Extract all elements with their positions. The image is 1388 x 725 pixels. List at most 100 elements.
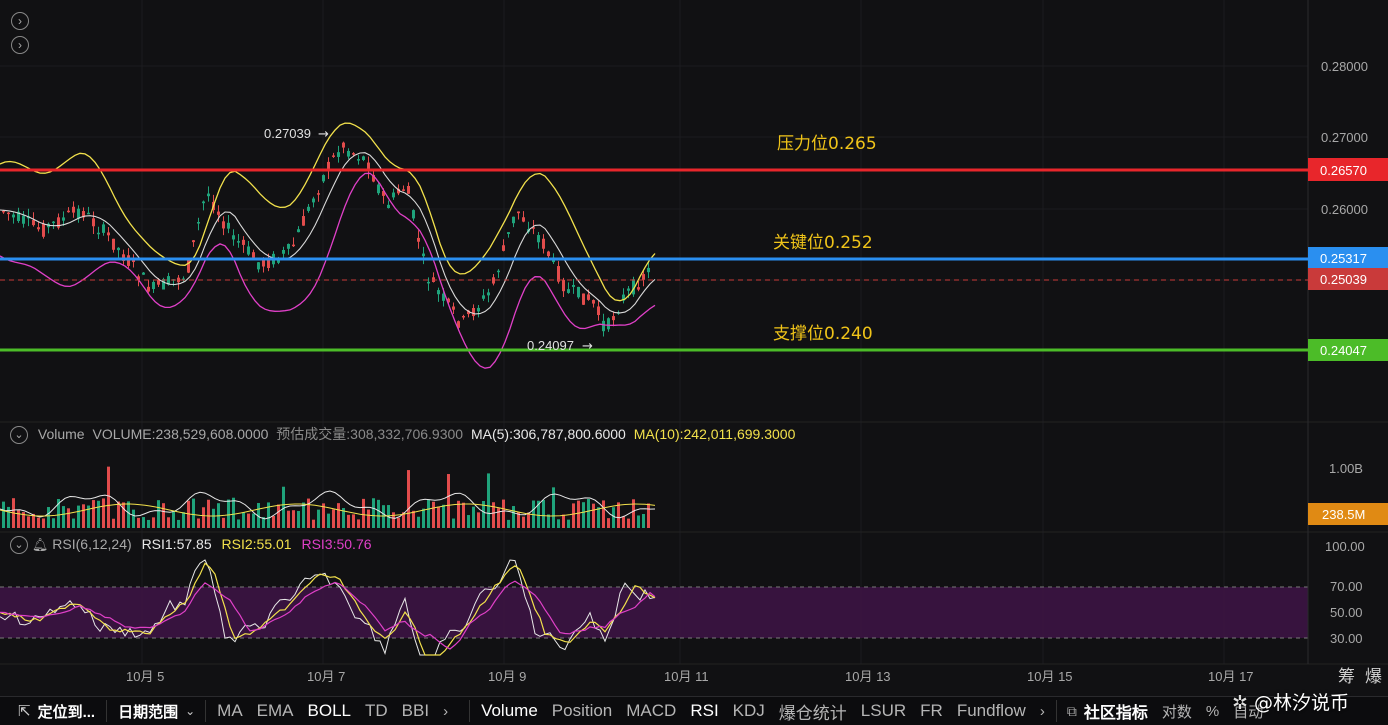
candle-body <box>207 193 210 197</box>
volume-bar <box>172 511 175 528</box>
indicator-ma[interactable]: MA <box>210 701 250 721</box>
volume-header: ⌄ Volume VOLUME:238,529,608.0000 预估成交量:3… <box>10 424 795 445</box>
volume-bar <box>147 519 150 528</box>
divider <box>205 700 207 722</box>
rsi-tick: 30.00 <box>1330 631 1363 646</box>
volume-bar <box>377 499 380 528</box>
volume-bar <box>177 519 180 528</box>
candle-body <box>427 281 430 284</box>
candle-body <box>162 279 165 290</box>
volume-bar <box>382 505 385 528</box>
locate-icon[interactable]: ⇱ <box>18 702 31 720</box>
volume-bar <box>587 498 590 528</box>
time-tick: 10月 7 <box>307 669 345 684</box>
support-annotation[interactable]: 支撑位0.240 <box>773 324 873 344</box>
low-price-label: 0.24097 <box>527 338 574 353</box>
volume-bar <box>2 501 5 528</box>
indicator-td[interactable]: TD <box>358 701 395 721</box>
indicator-bbi[interactable]: BBI <box>395 701 436 721</box>
indicator-fundflow[interactable]: Fundflow <box>950 701 1033 721</box>
candle-body <box>307 206 310 211</box>
candle-body <box>317 193 320 195</box>
volume-bar <box>97 500 100 528</box>
community-indicators-button[interactable]: 社区指标 <box>1077 699 1155 723</box>
candle-body <box>352 153 355 155</box>
volume-bar <box>437 506 440 528</box>
candle-body <box>542 238 545 249</box>
volume-bar <box>127 501 130 528</box>
chevron-right-icon[interactable]: › <box>11 36 29 54</box>
indicator-ema[interactable]: EMA <box>250 701 301 721</box>
volume-bar <box>332 509 335 528</box>
candle-body <box>462 315 465 318</box>
candle-body <box>97 232 100 235</box>
bell-icon[interactable]: 🔔︎ <box>32 537 49 552</box>
high-price-label: 0.27039 <box>264 126 311 141</box>
volume-bar <box>182 512 185 528</box>
volume-bar <box>232 497 235 528</box>
price-tag-text: 0.25317 <box>1320 251 1367 266</box>
chevron-right-icon[interactable]: › <box>1033 703 1052 720</box>
volume-bar <box>82 504 85 528</box>
candle-body <box>612 316 615 321</box>
candle-body <box>12 214 15 218</box>
volume-bar <box>222 517 225 528</box>
candle-body <box>562 279 565 292</box>
resistance-annotation[interactable]: 压力位0.265 <box>777 134 877 154</box>
locate-button[interactable]: 定位到... <box>31 701 103 722</box>
volume-bar <box>357 519 360 528</box>
chart-canvas[interactable]: 压力位0.265 关键位0.252 支撑位0.240 0.27039 → 0.2… <box>0 0 1388 725</box>
indicator-boll[interactable]: BOLL <box>301 701 358 721</box>
candle-body <box>507 232 510 234</box>
volume-bar <box>647 503 650 528</box>
candle-body <box>242 239 245 245</box>
candle-body <box>537 235 540 243</box>
volume-bar <box>327 513 330 528</box>
volume-bar <box>522 516 525 528</box>
boll-upper-line <box>0 122 656 302</box>
chip-distribution-button[interactable]: 筹 <box>1338 667 1355 687</box>
candle-body <box>642 274 645 280</box>
volume-bar <box>252 513 255 528</box>
volume-bar <box>372 498 375 528</box>
volume-tag-text: 238.5M <box>1322 507 1365 522</box>
external-link-icon[interactable]: ⧉ <box>1067 703 1077 720</box>
candle-body <box>402 189 405 191</box>
candle-body <box>357 159 360 161</box>
log-scale-toggle[interactable]: 对数 <box>1155 701 1199 722</box>
volume-bar <box>487 473 490 528</box>
indicator-lsur[interactable]: LSUR <box>854 701 913 721</box>
indicator-rsi[interactable]: RSI <box>683 701 725 721</box>
candle-body <box>472 307 475 317</box>
collapse-icon[interactable]: ⌄ <box>10 426 28 445</box>
time-tick: 10月 15 <box>1027 669 1073 684</box>
volume-bar <box>497 508 500 528</box>
rsi-header: ⌄ 🔔︎ RSI(6,12,24) RSI1:57.85 RSI2:55.01 … <box>10 536 372 555</box>
candle-body <box>482 295 485 299</box>
indicator-kdj[interactable]: KDJ <box>726 701 772 721</box>
watermark-text: @林汐说币 <box>1253 692 1349 714</box>
liquidation-button[interactable]: 爆 <box>1365 667 1382 687</box>
candle-body <box>412 210 415 219</box>
chevron-right-icon[interactable]: › <box>436 703 455 720</box>
candle-body <box>557 266 560 282</box>
chevron-right-icon[interactable]: › <box>11 12 29 30</box>
volume-bar <box>207 499 210 528</box>
chevron-down-icon[interactable]: ⌄ <box>185 704 195 718</box>
candle-body <box>517 211 520 214</box>
candle-body <box>192 240 195 243</box>
candle-body <box>437 290 440 295</box>
rsi3-value: RSI3:50.76 <box>301 536 372 552</box>
collapse-icon[interactable]: ⌄ <box>10 536 28 555</box>
key-level-annotation[interactable]: 关键位0.252 <box>773 233 873 253</box>
indicator-macd[interactable]: MACD <box>619 701 683 721</box>
volume-bar <box>607 518 610 528</box>
indicator-liquidation[interactable]: 爆仓统计 <box>772 699 854 724</box>
volume-bar <box>397 517 400 528</box>
percent-scale-toggle[interactable]: % <box>1199 703 1226 720</box>
candle-body <box>22 215 25 224</box>
date-range-button[interactable]: 日期范围 <box>111 701 185 722</box>
indicator-volume[interactable]: Volume <box>474 701 545 721</box>
indicator-fr[interactable]: FR <box>913 701 950 721</box>
indicator-position[interactable]: Position <box>545 701 619 721</box>
